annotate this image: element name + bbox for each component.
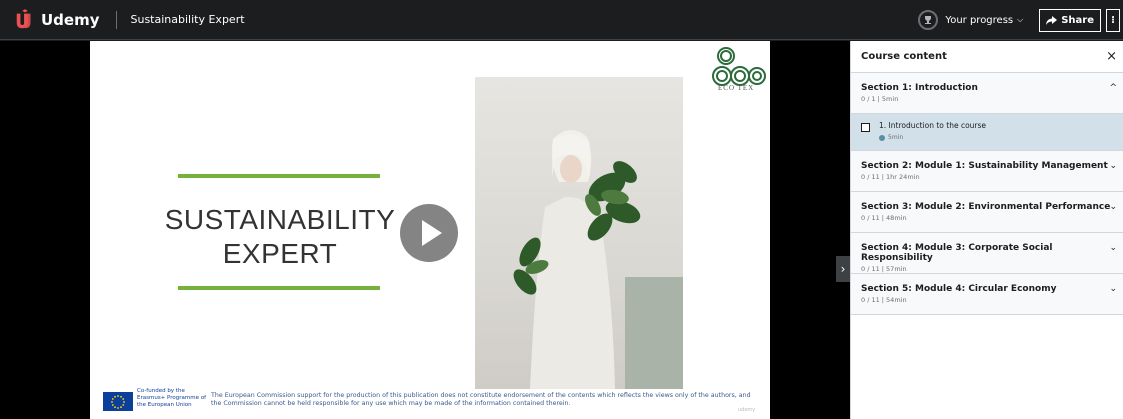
- disclaimer-text: The European Commission support for the …: [211, 392, 751, 407]
- slide-title-line2: EXPERT: [222, 238, 338, 269]
- section-header[interactable]: Section 2: Module 1: Sustainability Mana…: [851, 151, 1123, 192]
- next-lecture-button[interactable]: ›: [836, 256, 850, 282]
- slide-photo: [475, 77, 683, 389]
- video-player[interactable]: SUSTAINABILITY EXPERT ECO TEX Co-funded …: [0, 41, 850, 419]
- topbar-actions: Your progress ⌵ Share ⁝: [918, 0, 1123, 40]
- lecture-duration: 5min: [879, 134, 1117, 141]
- more-options-button[interactable]: ⁝: [1106, 8, 1120, 32]
- chevron-down-icon: ⌄: [1109, 161, 1117, 171]
- section-meta: 0 / 1 | 5min: [861, 95, 899, 103]
- lecture-duration-text: 5min: [888, 134, 904, 141]
- video-icon: [879, 134, 885, 141]
- eu-stars: [111, 394, 125, 409]
- course-content-sidebar: Course content × Section 1: Introduction…: [850, 41, 1123, 419]
- woman-with-leaves-image: [513, 129, 683, 389]
- slide-rule-top: [178, 174, 380, 178]
- ecotex-logo-text: ECO TEX: [718, 84, 755, 92]
- section-title: Section 4: Module 3: Corporate Social Re…: [861, 243, 1053, 263]
- udemy-watermark: udemy: [738, 407, 756, 413]
- slide-title: SUSTAINABILITY EXPERT: [160, 203, 400, 271]
- udemy-logo[interactable]: Udemy: [0, 0, 100, 39]
- section-title: Section 5: Module 4: Circular Economy: [861, 284, 1057, 294]
- share-button[interactable]: Share: [1039, 8, 1101, 32]
- section-header[interactable]: Section 1: Introduction 0 / 1 | 5min ^: [851, 73, 1123, 114]
- eu-flag-icon: [103, 392, 133, 411]
- topbar-divider: [115, 10, 117, 29]
- lecture-title: 1. Introduction to the course: [879, 121, 987, 130]
- top-bar: Udemy Sustainability Expert Your progres…: [0, 0, 1123, 40]
- sidebar-title: Course content: [861, 51, 947, 62]
- trophy-icon[interactable]: [918, 10, 939, 30]
- course-player: Udemy Sustainability Expert Your progres…: [0, 0, 1123, 419]
- section-title: Section 1: Introduction: [861, 83, 978, 93]
- section-meta: 0 / 11 | 57min: [861, 265, 907, 273]
- share-icon: [1046, 15, 1058, 25]
- chevron-right-icon: ›: [840, 262, 846, 276]
- share-label: Share: [1061, 14, 1094, 26]
- progress-label[interactable]: Your progress: [945, 15, 1013, 26]
- chevron-down-icon: ⌄: [1109, 202, 1117, 212]
- udemy-logo-icon: [16, 8, 31, 28]
- brand-name: Udemy: [41, 10, 100, 29]
- eu-funding-text: Co-funded by the Erasmus+ Programme of t…: [137, 388, 207, 408]
- section-meta: 0 / 11 | 48min: [861, 214, 907, 222]
- section-meta: 0 / 11 | 54min: [861, 296, 907, 304]
- course-title[interactable]: Sustainability Expert: [131, 13, 245, 26]
- play-icon: [422, 220, 442, 246]
- section-header[interactable]: Section 3: Module 2: Environmental Perfo…: [851, 192, 1123, 233]
- close-icon[interactable]: ×: [1106, 49, 1117, 64]
- play-button[interactable]: [400, 204, 458, 262]
- lecture-checkbox[interactable]: [861, 123, 870, 132]
- chevron-down-icon[interactable]: ⌵: [1017, 15, 1023, 25]
- section-header[interactable]: Section 4: Module 3: Corporate Social Re…: [851, 233, 1123, 274]
- lecture-item[interactable]: 1. Introduction to the course 5min: [851, 114, 1123, 151]
- section-meta: 0 / 11 | 1hr 24min: [861, 173, 920, 181]
- trophy-glyph: [925, 16, 932, 24]
- chevron-down-icon: ⌄: [1109, 284, 1117, 294]
- lecture-slide: SUSTAINABILITY EXPERT ECO TEX Co-funded …: [90, 41, 770, 419]
- chevron-down-icon: ⌄: [1109, 243, 1117, 253]
- sidebar-header: Course content ×: [851, 41, 1123, 73]
- chevron-up-icon: ^: [1109, 83, 1117, 93]
- section-title: Section 2: Module 1: Sustainability Mana…: [861, 161, 1108, 171]
- section-title: Section 3: Module 2: Environmental Perfo…: [861, 202, 1111, 212]
- section-header[interactable]: Section 5: Module 4: Circular Economy 0 …: [851, 274, 1123, 315]
- slide-title-line1: SUSTAINABILITY: [164, 204, 396, 235]
- slide-rule-bottom: [178, 286, 380, 290]
